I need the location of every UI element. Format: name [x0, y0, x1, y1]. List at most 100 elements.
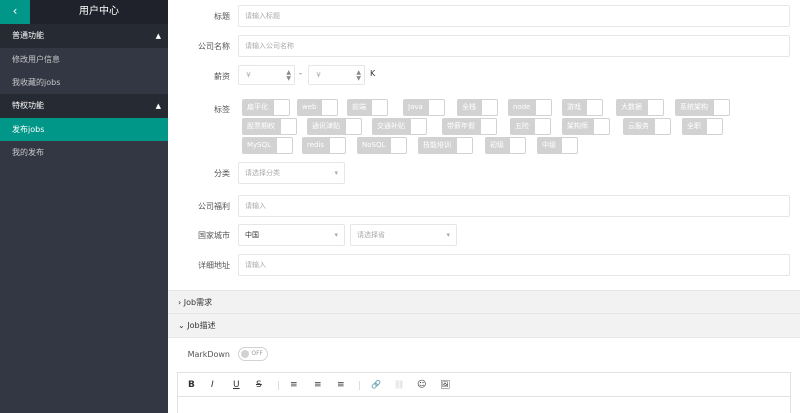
tag-label: 技能培训	[418, 137, 456, 154]
toggle-state: OFF	[251, 350, 263, 357]
category-label: 分类	[214, 169, 230, 178]
spinner-icon[interactable]: ▲ ▼	[286, 70, 291, 82]
align-right-icon[interactable]: ≡	[337, 379, 345, 391]
tag-checkbox[interactable]: 全栈	[457, 99, 498, 116]
salary-min-placeholder: ￥	[245, 71, 252, 79]
align-left-icon[interactable]: ≡	[290, 379, 298, 391]
tag-checkbox[interactable]: 全职	[682, 118, 723, 135]
section-job-description[interactable]: ⌄ Job描述	[168, 314, 800, 338]
markdown-label: MarkDown	[187, 350, 230, 359]
tag-label: 通讯津贴	[307, 118, 345, 135]
location-label: 国家城市	[198, 231, 230, 240]
align-center-icon[interactable]: ≡	[314, 379, 322, 391]
address-input[interactable]: 请输入	[238, 254, 790, 276]
tag-checkbox[interactable]: node	[508, 99, 553, 116]
salary-max-input[interactable]: ￥ ▲ ▼	[308, 65, 365, 85]
sidebar-header: ‹ 用户中心	[0, 0, 168, 24]
tag-label: Java	[403, 99, 428, 116]
tag-checkbox[interactable]: 五险	[510, 118, 551, 135]
tag-checkbox[interactable]: 带薪年假	[442, 118, 497, 135]
tag-checkbox[interactable]: 大数据	[616, 99, 664, 116]
tag-checkbox[interactable]: 前端	[347, 99, 388, 116]
tag-checkbox[interactable]: 游戏	[562, 99, 603, 116]
tag-label: 初级	[485, 137, 509, 154]
sidebar-item-my-posts[interactable]: 我的发布	[0, 141, 168, 164]
sidebar-group-normal[interactable]: 普通功能 ▲	[0, 24, 168, 48]
tag-label: 系统架构	[675, 99, 713, 116]
tag-checkbox[interactable]: NoSQL	[357, 137, 408, 154]
spinner-icon[interactable]: ▲ ▼	[356, 70, 361, 82]
tag-label: 全栈	[457, 99, 481, 116]
tag-label: 前端	[347, 99, 371, 116]
toolbar-divider	[359, 381, 360, 390]
tag-checkbox[interactable]: 系统架构	[675, 99, 730, 116]
back-icon[interactable]: ‹	[0, 0, 30, 24]
benefits-label: 公司福利	[198, 202, 230, 211]
link-icon[interactable]: 🔗	[371, 379, 381, 391]
toggle-knob	[241, 350, 249, 358]
unlink-icon[interactable]: ⛓	[394, 379, 404, 391]
bold-icon[interactable]: B	[188, 379, 195, 391]
tag-label: NoSQL	[357, 137, 391, 154]
tag-checkbox[interactable]: 云服务	[623, 118, 671, 135]
sidebar-group-privileged[interactable]: 特权功能 ▲	[0, 94, 168, 118]
salary-dash: -	[299, 69, 302, 78]
category-select[interactable]: 请选择分类 ▾	[238, 162, 345, 184]
section-title: Job描述	[187, 321, 216, 330]
tag-label: 大数据	[616, 99, 647, 116]
sidebar-item-edit-profile[interactable]: 修改用户信息	[0, 48, 168, 71]
address-label: 详细地址	[198, 261, 230, 270]
sidebar-item-publish-jobs[interactable]: 发布jobs	[0, 118, 168, 141]
tag-checkbox[interactable]: MySQL	[242, 137, 294, 154]
tag-checkbox[interactable]: 技能培训	[418, 137, 473, 154]
italic-icon[interactable]: I	[211, 379, 214, 391]
tag-label: 股票期权	[242, 118, 280, 135]
tags-label: 标签	[214, 105, 230, 114]
tag-checkbox[interactable]: 通讯津贴	[307, 118, 362, 135]
caret-up-icon: ▲	[155, 32, 161, 40]
title-label: 标题	[214, 12, 230, 21]
tag-label: redis	[302, 137, 330, 154]
country-select[interactable]: 中国 ▾	[238, 224, 345, 246]
salary-max-placeholder: ￥	[315, 71, 322, 79]
category-placeholder: 请选择分类	[245, 169, 280, 177]
markdown-toggle[interactable]: OFF	[238, 347, 268, 361]
tag-label: 扁平化	[242, 99, 273, 116]
chevron-down-icon: ▾	[334, 169, 338, 177]
salary-unit: K	[370, 69, 376, 78]
chevron-down-icon: ▾	[446, 231, 450, 239]
tag-checkbox[interactable]: 扁平化	[242, 99, 290, 116]
salary-label: 薪资	[214, 72, 230, 81]
company-input[interactable]: 请输入公司名称	[238, 35, 790, 57]
rich-text-editor: B I U S ≡ ≡ ≡ 🔗 ⛓ ☺ 🖼	[177, 372, 791, 413]
tag-checkbox[interactable]: 初级	[485, 137, 526, 154]
tag-checkbox[interactable]: web	[297, 99, 339, 116]
tag-checkbox[interactable]: 股票期权	[242, 118, 297, 135]
image-icon[interactable]: 🖼	[440, 379, 450, 391]
tag-checkbox[interactable]: 架构师	[562, 118, 610, 135]
sidebar-group-label: 普通功能	[12, 31, 44, 40]
city-placeholder: 请选择省	[357, 231, 385, 239]
city-select[interactable]: 请选择省 ▾	[350, 224, 457, 246]
tag-label: web	[297, 99, 322, 116]
section-job-requirements[interactable]: › Job需求	[168, 290, 800, 314]
caret-up-icon: ▲	[155, 102, 161, 110]
tag-checkbox[interactable]: 中级	[537, 137, 578, 154]
section-title: Job需求	[183, 298, 213, 307]
benefits-input[interactable]: 请输入	[238, 195, 790, 217]
tag-label: 五险	[510, 118, 534, 135]
tag-label: 云服务	[623, 118, 654, 135]
tag-checkbox[interactable]: Java	[403, 99, 445, 116]
strikethrough-icon[interactable]: S	[256, 379, 262, 391]
tag-checkbox[interactable]: 交通补贴	[372, 118, 427, 135]
sidebar-item-favorite-jobs[interactable]: 我收藏的jobs	[0, 71, 168, 94]
tag-label: node	[508, 99, 536, 116]
tag-checkbox[interactable]: redis	[302, 137, 347, 154]
tag-label: 中级	[537, 137, 561, 154]
title-input[interactable]: 请输入标题	[238, 5, 790, 27]
emoji-icon[interactable]: ☺	[417, 379, 426, 391]
underline-icon[interactable]: U	[233, 379, 240, 391]
tag-label: 游戏	[562, 99, 586, 116]
salary-min-input[interactable]: ￥ ▲ ▼	[238, 65, 295, 85]
chevron-right-icon: ›	[178, 298, 182, 307]
